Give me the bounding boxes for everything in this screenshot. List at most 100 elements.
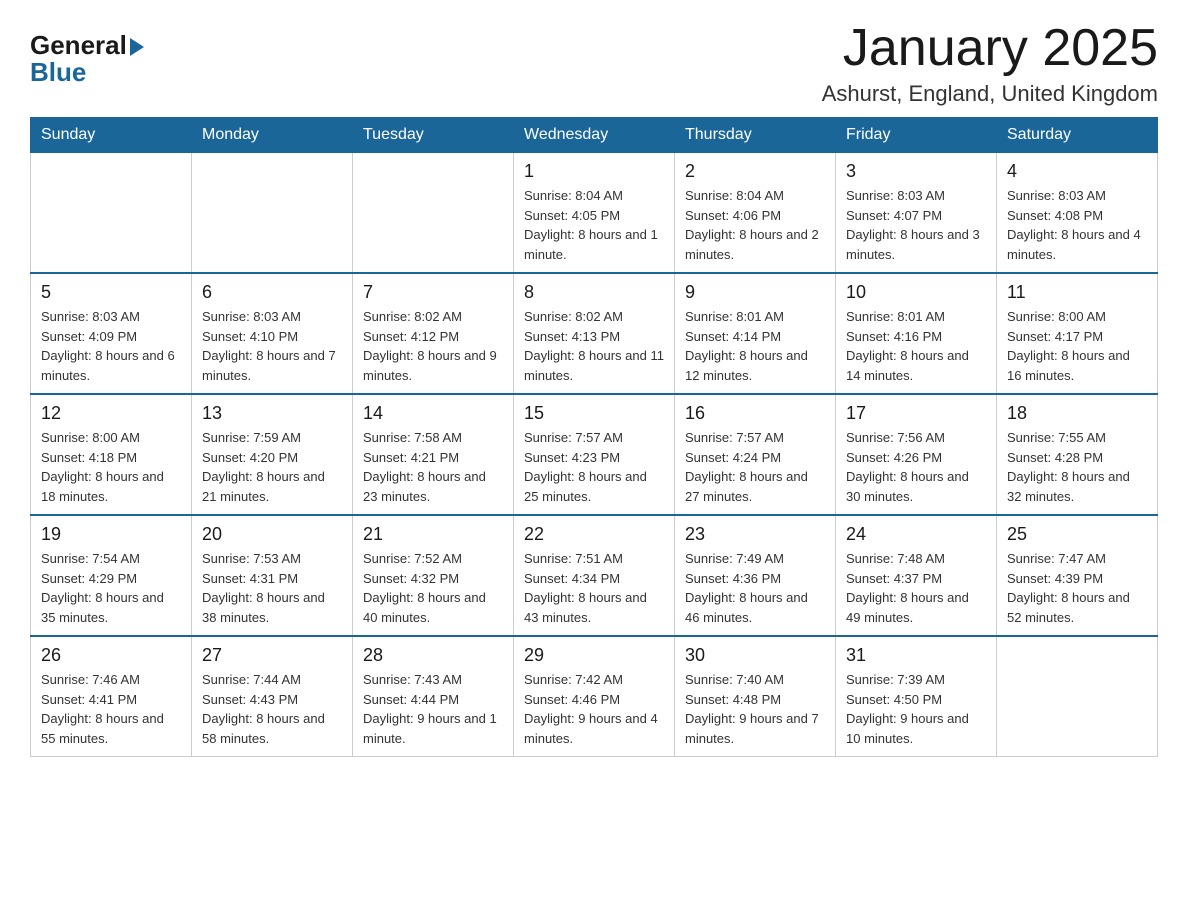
calendar-cell: 8Sunrise: 8:02 AMSunset: 4:13 PMDaylight…	[514, 273, 675, 394]
calendar-subtitle: Ashurst, England, United Kingdom	[822, 81, 1158, 107]
day-info: Sunrise: 8:00 AMSunset: 4:18 PMDaylight:…	[41, 428, 181, 506]
day-number: 26	[41, 645, 181, 666]
calendar-cell: 29 Sunrise: 7:42 AMSunset: 4:46 PMDayligh…	[514, 636, 675, 757]
day-number: 8	[524, 282, 664, 303]
day-number: 23	[685, 524, 825, 545]
day-info: Sunrise: 7:47 AMSunset: 4:39 PMDaylight:…	[1007, 549, 1147, 627]
day-number: 27	[202, 645, 342, 666]
page-header: General Blue January 2025 Ashurst, Engla…	[30, 20, 1158, 107]
column-header-sunday: Sunday	[31, 118, 192, 153]
column-header-thursday: Thursday	[675, 118, 836, 153]
day-number: 15	[524, 403, 664, 424]
day-info: Sunrise: 7:59 AMSunset: 4:20 PMDaylight:…	[202, 428, 342, 506]
day-number: 6	[202, 282, 342, 303]
day-number: 7	[363, 282, 503, 303]
logo: General Blue	[30, 20, 144, 88]
calendar-cell: 27 Sunrise: 7:44 AMSunset: 4:43 PMDayligh…	[192, 636, 353, 757]
calendar-week-row: 19 Sunrise: 7:54 AMSunset: 4:29 PMDayligh…	[31, 515, 1158, 636]
calendar-cell: 18Sunrise: 7:55 AMSunset: 4:28 PMDayligh…	[997, 394, 1158, 515]
day-number: 31	[846, 645, 986, 666]
day-info: Sunrise: 8:02 AMSunset: 4:12 PMDaylight:…	[363, 307, 503, 385]
day-info: Sunrise: 7:44 AMSunset: 4:43 PMDaylight:…	[202, 670, 342, 748]
calendar-cell: 6 Sunrise: 8:03 AMSunset: 4:10 PMDaylight…	[192, 273, 353, 394]
day-number: 1	[524, 161, 664, 182]
calendar-cell: 21 Sunrise: 7:52 AMSunset: 4:32 PMDayligh…	[353, 515, 514, 636]
calendar-cell	[997, 636, 1158, 757]
calendar-cell: 20 Sunrise: 7:53 AMSunset: 4:31 PMDayligh…	[192, 515, 353, 636]
day-number: 3	[846, 161, 986, 182]
calendar-cell: 24 Sunrise: 7:48 AMSunset: 4:37 PMDayligh…	[836, 515, 997, 636]
calendar-cell: 12 Sunrise: 8:00 AMSunset: 4:18 PMDayligh…	[31, 394, 192, 515]
column-header-friday: Friday	[836, 118, 997, 153]
day-info: Sunrise: 7:51 AMSunset: 4:34 PMDaylight:…	[524, 549, 664, 627]
column-header-monday: Monday	[192, 118, 353, 153]
day-info: Sunrise: 7:54 AMSunset: 4:29 PMDaylight:…	[41, 549, 181, 627]
day-number: 16	[685, 403, 825, 424]
calendar-week-row: 1 Sunrise: 8:04 AMSunset: 4:05 PMDaylight…	[31, 153, 1158, 274]
logo-arrow-icon	[130, 38, 144, 56]
calendar-cell: 15 Sunrise: 7:57 AMSunset: 4:23 PMDayligh…	[514, 394, 675, 515]
day-number: 9	[685, 282, 825, 303]
calendar-cell: 19 Sunrise: 7:54 AMSunset: 4:29 PMDayligh…	[31, 515, 192, 636]
day-number: 19	[41, 524, 181, 545]
calendar-cell: 30Sunrise: 7:40 AMSunset: 4:48 PMDayligh…	[675, 636, 836, 757]
day-number: 12	[41, 403, 181, 424]
day-number: 18	[1007, 403, 1147, 424]
day-number: 21	[363, 524, 503, 545]
day-number: 22	[524, 524, 664, 545]
day-number: 10	[846, 282, 986, 303]
day-info: Sunrise: 8:03 AMSunset: 4:09 PMDaylight:…	[41, 307, 181, 385]
day-number: 14	[363, 403, 503, 424]
calendar-cell: 3 Sunrise: 8:03 AMSunset: 4:07 PMDaylight…	[836, 153, 997, 274]
calendar-cell: 4Sunrise: 8:03 AMSunset: 4:08 PMDaylight…	[997, 153, 1158, 274]
calendar-title: January 2025	[822, 20, 1158, 77]
day-number: 20	[202, 524, 342, 545]
day-info: Sunrise: 8:01 AMSunset: 4:14 PMDaylight:…	[685, 307, 825, 385]
calendar-cell: 9 Sunrise: 8:01 AMSunset: 4:14 PMDaylight…	[675, 273, 836, 394]
day-info: Sunrise: 7:57 AMSunset: 4:23 PMDaylight:…	[524, 428, 664, 506]
day-info: Sunrise: 7:48 AMSunset: 4:37 PMDaylight:…	[846, 549, 986, 627]
calendar-cell: 11Sunrise: 8:00 AMSunset: 4:17 PMDayligh…	[997, 273, 1158, 394]
day-info: Sunrise: 7:58 AMSunset: 4:21 PMDaylight:…	[363, 428, 503, 506]
day-number: 13	[202, 403, 342, 424]
calendar-cell: 14 Sunrise: 7:58 AMSunset: 4:21 PMDayligh…	[353, 394, 514, 515]
day-info: Sunrise: 7:43 AMSunset: 4:44 PMDaylight:…	[363, 670, 503, 748]
logo-blue-text: Blue	[30, 57, 86, 88]
day-info: Sunrise: 8:03 AMSunset: 4:10 PMDaylight:…	[202, 307, 342, 385]
calendar-cell: 26 Sunrise: 7:46 AMSunset: 4:41 PMDayligh…	[31, 636, 192, 757]
day-info: Sunrise: 7:53 AMSunset: 4:31 PMDaylight:…	[202, 549, 342, 627]
calendar-cell: 28 Sunrise: 7:43 AMSunset: 4:44 PMDayligh…	[353, 636, 514, 757]
day-number: 28	[363, 645, 503, 666]
day-number: 2	[685, 161, 825, 182]
day-info: Sunrise: 7:57 AMSunset: 4:24 PMDaylight:…	[685, 428, 825, 506]
day-number: 30	[685, 645, 825, 666]
day-info: Sunrise: 8:00 AMSunset: 4:17 PMDaylight:…	[1007, 307, 1147, 385]
calendar-week-row: 5 Sunrise: 8:03 AMSunset: 4:09 PMDaylight…	[31, 273, 1158, 394]
calendar-week-row: 12 Sunrise: 8:00 AMSunset: 4:18 PMDayligh…	[31, 394, 1158, 515]
day-info: Sunrise: 7:39 AMSunset: 4:50 PMDaylight:…	[846, 670, 986, 748]
day-info: Sunrise: 8:03 AMSunset: 4:07 PMDaylight:…	[846, 186, 986, 264]
day-number: 4	[1007, 161, 1147, 182]
day-info: Sunrise: 8:04 AMSunset: 4:05 PMDaylight:…	[524, 186, 664, 264]
title-block: January 2025 Ashurst, England, United Ki…	[822, 20, 1158, 107]
day-info: Sunrise: 7:49 AMSunset: 4:36 PMDaylight:…	[685, 549, 825, 627]
column-header-saturday: Saturday	[997, 118, 1158, 153]
column-header-wednesday: Wednesday	[514, 118, 675, 153]
day-number: 24	[846, 524, 986, 545]
calendar-header-row: SundayMondayTuesdayWednesdayThursdayFrid…	[31, 118, 1158, 153]
calendar-cell: 5 Sunrise: 8:03 AMSunset: 4:09 PMDaylight…	[31, 273, 192, 394]
column-header-tuesday: Tuesday	[353, 118, 514, 153]
day-info: Sunrise: 7:56 AMSunset: 4:26 PMDaylight:…	[846, 428, 986, 506]
day-info: Sunrise: 7:46 AMSunset: 4:41 PMDaylight:…	[41, 670, 181, 748]
calendar-cell: 31 Sunrise: 7:39 AMSunset: 4:50 PMDayligh…	[836, 636, 997, 757]
calendar-cell: 1 Sunrise: 8:04 AMSunset: 4:05 PMDaylight…	[514, 153, 675, 274]
calendar-cell	[353, 153, 514, 274]
calendar-table: SundayMondayTuesdayWednesdayThursdayFrid…	[30, 117, 1158, 757]
day-number: 5	[41, 282, 181, 303]
calendar-cell: 23 Sunrise: 7:49 AMSunset: 4:36 PMDayligh…	[675, 515, 836, 636]
day-info: Sunrise: 7:42 AMSunset: 4:46 PMDaylight:…	[524, 670, 664, 748]
calendar-cell: 13 Sunrise: 7:59 AMSunset: 4:20 PMDayligh…	[192, 394, 353, 515]
day-info: Sunrise: 7:52 AMSunset: 4:32 PMDaylight:…	[363, 549, 503, 627]
day-number: 29	[524, 645, 664, 666]
calendar-cell: 25Sunrise: 7:47 AMSunset: 4:39 PMDayligh…	[997, 515, 1158, 636]
